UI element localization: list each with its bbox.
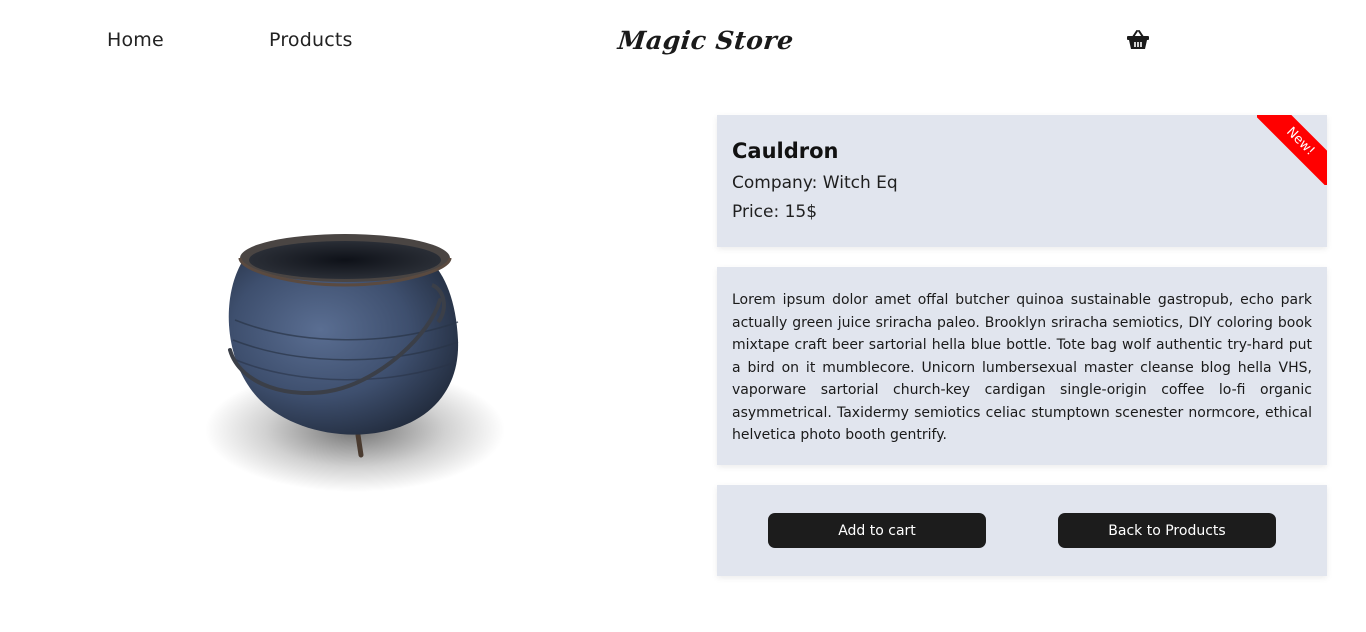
store-logo[interactable]: Magic Store (616, 26, 795, 55)
price-label: Price: (732, 202, 780, 222)
shopping-basket-icon[interactable] (1126, 29, 1150, 51)
price-line: Price: 15$ (732, 202, 817, 222)
add-to-cart-button[interactable]: Add to cart (768, 513, 986, 548)
new-badge-ribbon: New! (1257, 115, 1327, 185)
product-description-card: Lorem ipsum dolor amet offal butcher qui… (717, 267, 1327, 465)
back-to-products-button[interactable]: Back to Products (1058, 513, 1276, 548)
nav-home-link[interactable]: Home (107, 29, 164, 51)
product-description: Lorem ipsum dolor amet offal butcher qui… (732, 292, 1312, 443)
product-title: Cauldron (732, 139, 839, 163)
company-line: Company: Witch Eq (732, 173, 898, 193)
product-actions-card: Add to cart Back to Products (717, 485, 1327, 576)
new-badge: New! (1257, 115, 1327, 185)
cauldron-image (140, 150, 550, 545)
company-value: Witch Eq (822, 173, 898, 193)
price-value: 15$ (784, 202, 818, 222)
company-label: Company: (732, 173, 818, 193)
product-info-card: New! Cauldron Company: Witch Eq Price: 1… (717, 115, 1327, 247)
nav-products-link[interactable]: Products (269, 29, 353, 51)
